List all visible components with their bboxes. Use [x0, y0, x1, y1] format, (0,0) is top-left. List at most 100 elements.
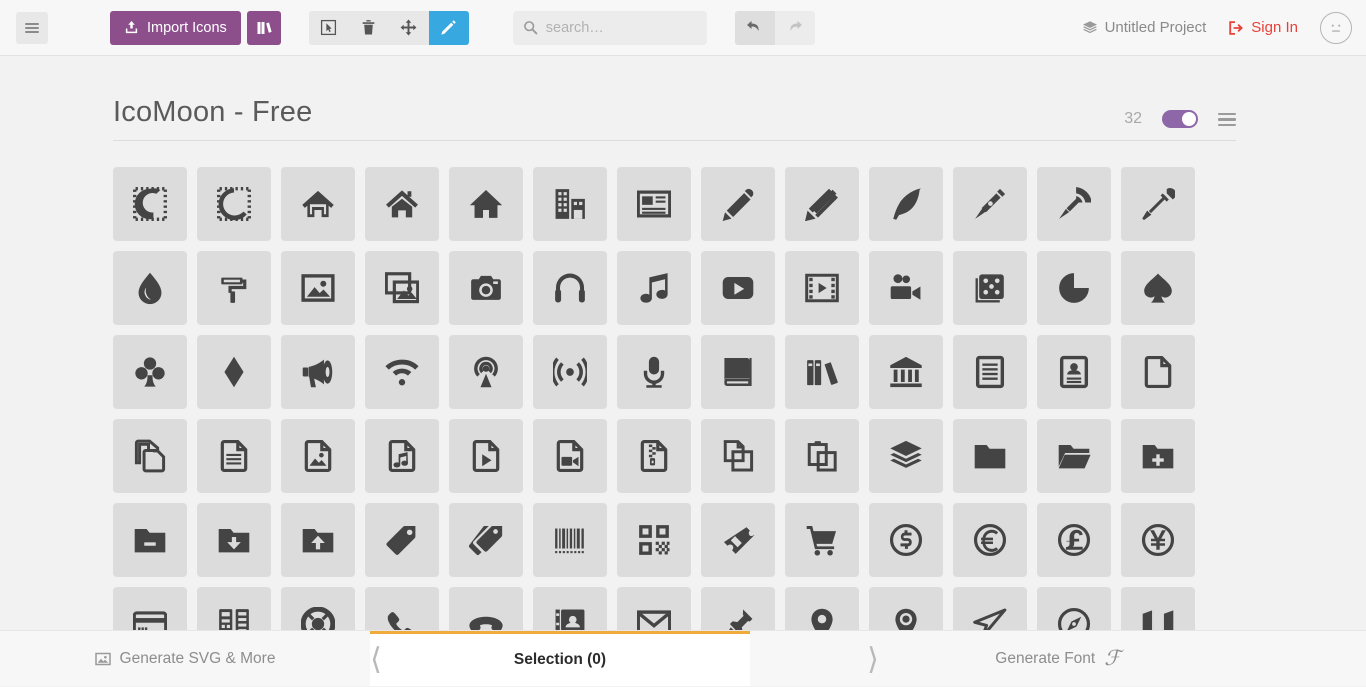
icon-tile[interactable]: [617, 419, 691, 493]
icon-tile[interactable]: [1121, 587, 1195, 630]
icon-tile[interactable]: [365, 503, 439, 577]
icon-tile[interactable]: [197, 503, 271, 577]
icon-tile[interactable]: [113, 503, 187, 577]
avatar[interactable]: [1320, 12, 1352, 44]
icon-tile[interactable]: [281, 419, 355, 493]
icon-tile[interactable]: [533, 251, 607, 325]
icon-tile[interactable]: [533, 335, 607, 409]
icon-tile[interactable]: [113, 587, 187, 630]
icon-tile[interactable]: [449, 419, 523, 493]
icon-tile[interactable]: [869, 587, 943, 630]
icon-tile[interactable]: [533, 503, 607, 577]
icon-tile[interactable]: [197, 335, 271, 409]
icon-tile[interactable]: [1121, 335, 1195, 409]
icon-tile[interactable]: [365, 587, 439, 630]
icon-tile[interactable]: [953, 251, 1027, 325]
icon-tile[interactable]: [1037, 419, 1111, 493]
undo-button[interactable]: [735, 11, 775, 45]
icon-tile[interactable]: [869, 419, 943, 493]
icon-tile[interactable]: [1037, 503, 1111, 577]
icon-tile[interactable]: [953, 587, 1027, 630]
icon-tile[interactable]: [1121, 503, 1195, 577]
icon-tile[interactable]: [953, 419, 1027, 493]
icon-tile[interactable]: [197, 419, 271, 493]
eyedropper-icon: [1141, 187, 1175, 221]
icon-tile[interactable]: [113, 167, 187, 241]
icon-tile[interactable]: [197, 251, 271, 325]
icon-tile[interactable]: [449, 587, 523, 630]
redo-button[interactable]: [775, 11, 815, 45]
app-menu-button[interactable]: [16, 12, 48, 44]
icon-tile[interactable]: [701, 587, 775, 630]
icon-tile[interactable]: [701, 167, 775, 241]
icon-tile[interactable]: [1037, 587, 1111, 630]
icon-tile[interactable]: [869, 167, 943, 241]
icon-tile[interactable]: [953, 503, 1027, 577]
icon-set-toggle[interactable]: [1162, 110, 1198, 128]
icon-tile[interactable]: [1037, 251, 1111, 325]
icon-tile[interactable]: [113, 335, 187, 409]
search-input[interactable]: [546, 20, 696, 36]
icon-tile[interactable]: [365, 251, 439, 325]
icon-tile[interactable]: [281, 503, 355, 577]
icon-tile[interactable]: [617, 503, 691, 577]
icon-set-menu-button[interactable]: [1218, 110, 1236, 130]
icon-tile[interactable]: [1037, 335, 1111, 409]
icon-tile[interactable]: [1121, 251, 1195, 325]
icon-library-button[interactable]: [247, 11, 281, 45]
icon-tile[interactable]: [197, 167, 271, 241]
icon-tile[interactable]: [701, 335, 775, 409]
icon-tile[interactable]: [197, 587, 271, 630]
icon-tile[interactable]: [1037, 167, 1111, 241]
icon-tile[interactable]: [785, 587, 859, 630]
icon-tile[interactable]: [617, 251, 691, 325]
tab-generate-font[interactable]: Generate Font ℱ: [750, 631, 1366, 686]
icon-tile[interactable]: [449, 335, 523, 409]
icon-tile[interactable]: [953, 335, 1027, 409]
icon-tile[interactable]: [365, 419, 439, 493]
icon-tile[interactable]: [701, 419, 775, 493]
icon-tile[interactable]: [785, 335, 859, 409]
icon-tile[interactable]: [617, 167, 691, 241]
icon-tile[interactable]: [1121, 419, 1195, 493]
icon-tile[interactable]: [785, 251, 859, 325]
icon-tile[interactable]: [869, 251, 943, 325]
import-icons-button[interactable]: Import Icons: [110, 11, 241, 45]
icon-tile[interactable]: [1121, 167, 1195, 241]
icon-tile[interactable]: [281, 587, 355, 630]
icon-tile[interactable]: [449, 251, 523, 325]
icon-tile[interactable]: [869, 503, 943, 577]
icon-tile[interactable]: [533, 419, 607, 493]
icon-tile[interactable]: [785, 167, 859, 241]
edit-tool-button[interactable]: [429, 11, 469, 45]
icon-tile[interactable]: [365, 335, 439, 409]
icon-tile[interactable]: [281, 167, 355, 241]
icon-tile[interactable]: [701, 503, 775, 577]
tab-selection[interactable]: Selection (0): [370, 631, 750, 686]
icon-tile[interactable]: [449, 503, 523, 577]
icon-tile[interactable]: [785, 503, 859, 577]
icon-tile[interactable]: [617, 587, 691, 630]
icon-tile[interactable]: [449, 167, 523, 241]
icon-tile[interactable]: [617, 335, 691, 409]
search-box[interactable]: [513, 11, 707, 45]
move-tool-button[interactable]: [389, 11, 429, 45]
select-tool-button[interactable]: [309, 11, 349, 45]
icon-tile[interactable]: [365, 167, 439, 241]
icon-tile[interactable]: [533, 587, 607, 630]
edit-tool-group: [309, 11, 469, 45]
delete-tool-button[interactable]: [349, 11, 389, 45]
icon-tile[interactable]: [953, 167, 1027, 241]
icon-tile[interactable]: [869, 335, 943, 409]
icon-tile[interactable]: [785, 419, 859, 493]
icon-tile[interactable]: [113, 251, 187, 325]
icon-tile[interactable]: [281, 335, 355, 409]
icon-tile[interactable]: [701, 251, 775, 325]
sign-in-button[interactable]: Sign In: [1228, 19, 1298, 36]
play-icon: [721, 271, 755, 305]
project-button[interactable]: Untitled Project: [1082, 19, 1207, 36]
icon-tile[interactable]: [113, 419, 187, 493]
icon-tile[interactable]: [533, 167, 607, 241]
tab-generate-svg[interactable]: Generate SVG & More: [0, 631, 370, 686]
icon-tile[interactable]: [281, 251, 355, 325]
